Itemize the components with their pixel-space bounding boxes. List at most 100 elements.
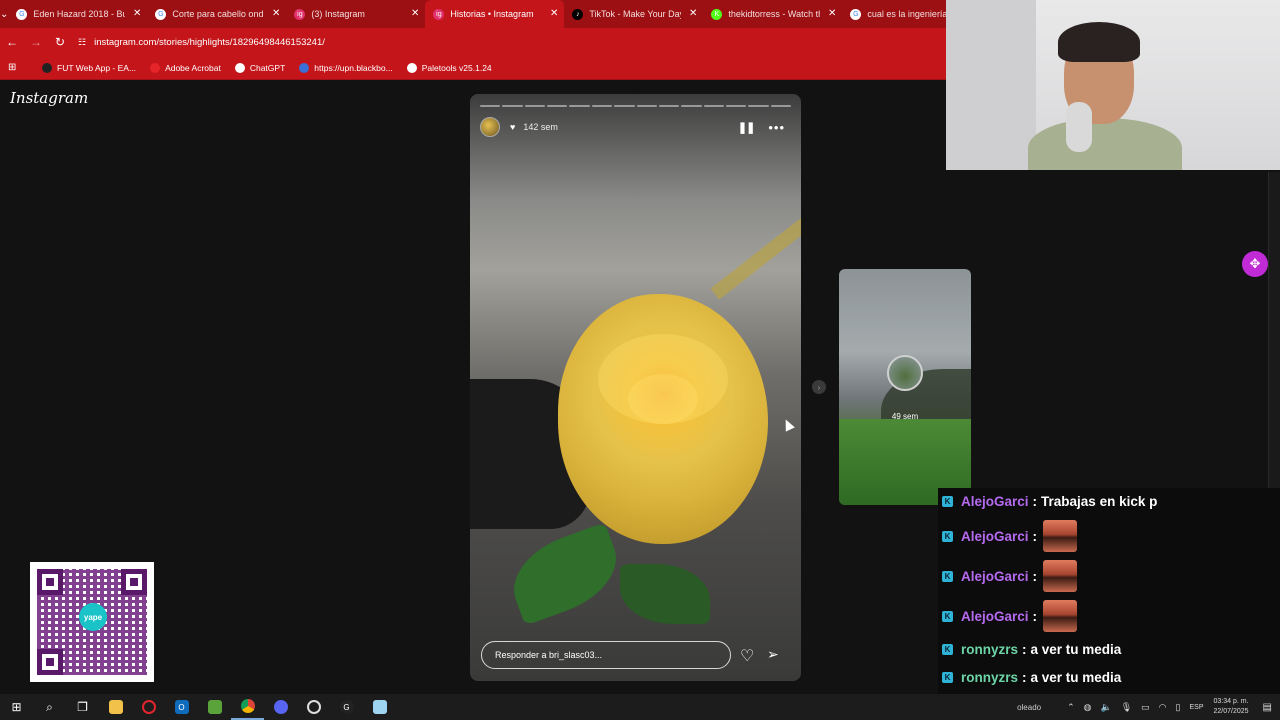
system-tray: oleado ⌃ ◍ 🔈 🎙 ▭ ◠ ▯ ESP 03:34 p. m. 22/… [1017,694,1280,720]
send-icon[interactable]: ➢ [767,646,779,663]
chat-overlay-text: oleado [1017,702,1042,712]
tab-favicon-icon: ♪ [572,8,584,20]
kick-badge-icon: K [942,570,953,582]
tray-chevron-icon[interactable]: ⌃ [1067,702,1075,713]
next-story-arrow-icon[interactable]: › [812,380,826,394]
chat-message: Kronnyzrs: a ver tu media [942,670,1121,685]
search-icon[interactable]: ⌕ [33,694,66,720]
yape-logo: yape [79,603,107,631]
reply-input[interactable]: Responder a bri_slasc03... [481,641,731,669]
story-progress-segment [480,105,501,107]
bookmark-item[interactable]: Paletools v25.1.24 [406,62,492,73]
tab-favicon-icon: G [850,8,862,20]
chat-username: AlejoGarci [961,608,1029,624]
chat-message: K AlejoGarci: Trabajas en kick p [942,494,1157,509]
volume-icon[interactable]: 🔈 [1101,702,1112,713]
battery-icon[interactable]: ▯ [1176,702,1181,713]
clock-time: 03:34 p. m. [1213,698,1249,705]
browser-tab[interactable]: G Corte para cabello ondula ✕ [147,0,286,28]
chat-separator: : [1032,568,1038,584]
back-icon[interactable]: ← [0,28,24,56]
microphone-icon[interactable]: 🎙 [1121,702,1132,713]
address-bar[interactable]: ☷ instagram.com/stories/highlights/18296… [78,31,940,53]
chat-username: AlejoGarci [961,568,1029,584]
task-view-icon[interactable]: ❐ [66,694,99,720]
site-info-icon[interactable]: ☷ [78,37,86,48]
tray-app-icon[interactable]: ◍ [1084,702,1092,713]
bookmark-favicon-icon [234,62,245,73]
tab-search-icon[interactable]: ⌄ [0,0,8,28]
bookmark-favicon-icon [406,62,417,73]
chat-text: a ver tu media [1030,670,1122,685]
opera-icon[interactable] [132,694,165,720]
next-story-preview[interactable]: 49 sem [839,269,971,505]
wifi-icon[interactable]: ◠ [1159,702,1167,713]
file-explorer-icon[interactable] [99,694,132,720]
discord-icon[interactable] [264,694,297,720]
extension-badge-icon[interactable]: ✥ [1242,251,1268,277]
tab-title: Eden Hazard 2018 - Busca [33,9,126,19]
story-image-detail [620,564,710,624]
more-options-icon[interactable]: ••• [768,120,785,135]
tab-close-icon[interactable]: ✕ [828,8,836,19]
obs-icon[interactable] [297,694,330,720]
clock[interactable]: 03:34 p. m. 22/07/2025 [1214,697,1249,717]
chat-separator: : [1032,608,1038,624]
start-icon[interactable]: ⊞ [0,694,33,720]
chat-text: Trabajas en kick p [1041,494,1158,509]
bookmark-item[interactable]: https://upn.blackbo... [299,62,393,73]
story-image-detail [710,202,801,300]
bookmark-item[interactable]: ChatGPT [234,62,286,73]
story-viewer[interactable]: ♥ 142 sem ❚❚ ••• Responder a bri_slasc03… [470,94,801,681]
tab-close-icon[interactable]: ✕ [272,8,280,19]
bookmark-label: ChatGPT [249,62,286,73]
browser-tab[interactable]: ig Historias • Instagram ✕ [425,0,565,28]
preview-age: 49 sem [891,412,919,421]
tab-close-icon[interactable]: ✕ [411,8,419,19]
app-icon[interactable] [363,694,396,720]
tab-favicon-icon: ig [294,8,306,20]
tab-title: thekidtorress - Watch the [728,9,821,19]
chat-text: a ver tu media [1030,642,1122,657]
tab-title: Corte para cabello ondula [172,9,264,19]
reload-icon[interactable]: ↻ [48,28,72,56]
apps-grid-icon[interactable]: ⊞ [8,62,28,73]
story-avatar[interactable] [480,117,500,137]
story-progress-segment [636,105,657,107]
highlight-heart-icon: ♥ [510,122,516,132]
app-icon[interactable]: G [330,694,363,720]
chrome-icon[interactable] [231,694,264,720]
browser-tab[interactable]: Kthekidtorress - Watch the ✕ [703,0,842,28]
webcam-microphone [1066,102,1092,152]
stream-chat: K AlejoGarci: Trabajas en kick p K AlejoGarc… [938,488,1280,709]
outlook-icon[interactable]: O [165,694,198,720]
browser-tab[interactable]: ♪ TikTok - Make Your Day ✕ [564,0,703,28]
tab-close-icon[interactable]: ✕ [550,8,558,19]
bookmark-label: Adobe Acrobat [165,62,221,73]
minecraft-icon[interactable] [198,694,231,720]
pause-icon[interactable]: ❚❚ [738,121,755,134]
network-icon[interactable]: ▭ [1141,702,1150,713]
bookmark-item[interactable]: FUT Web App - EA... [42,62,136,73]
forward-icon[interactable]: → [24,28,48,56]
like-heart-icon[interactable]: ♡ [740,646,754,666]
story-progress-segment [524,105,546,107]
notifications-icon[interactable]: ▤ [1263,702,1272,713]
browser-tab[interactable]: G Eden Hazard 2018 - Busca ✕ [8,0,147,28]
tab-close-icon[interactable]: ✕ [689,8,697,19]
bookmarks-bar: ⊞ FUT Web App - EA... Adobe Acrobat ChatGP… [0,56,946,80]
clock-date: 22/07/2025 [1213,708,1249,715]
story-age: 142 sem [523,122,558,132]
chat-separator: : [1032,528,1038,544]
tab-close-icon[interactable]: ✕ [133,8,141,19]
instagram-logo[interactable]: Instagram [10,89,88,107]
bookmark-item[interactable]: Adobe Acrobat [150,62,221,73]
story-progress-segment [569,105,590,107]
tab-favicon-icon: K [711,8,723,20]
chat-username: ronnyzrs [961,642,1019,657]
story-image-rose [558,294,768,544]
language-indicator[interactable]: ESP [1189,704,1203,711]
story-progress-segment [614,105,635,107]
browser-tab[interactable]: ig (3) Instagram ✕ [286,0,425,28]
url-text: instagram.com/stories/highlights/1829649… [94,36,325,48]
